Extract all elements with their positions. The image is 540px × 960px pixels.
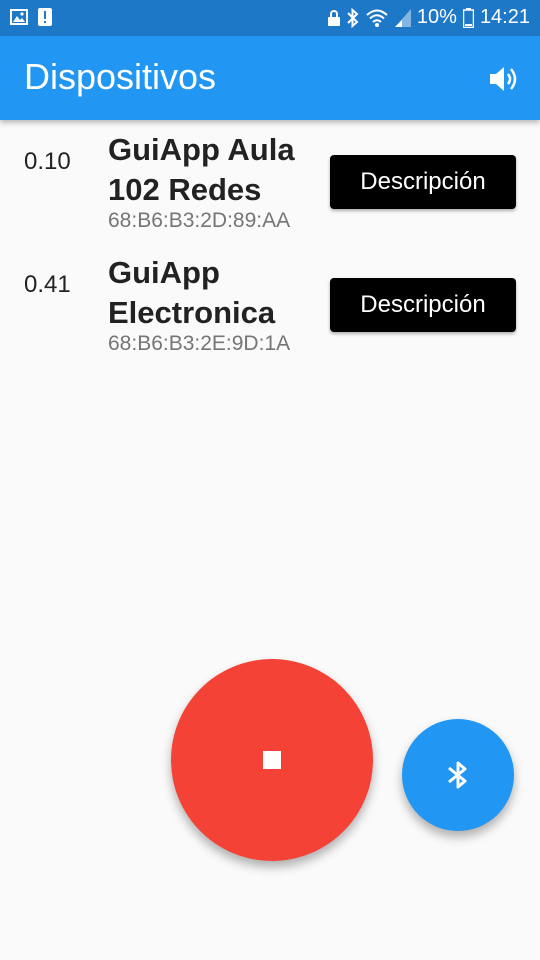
- signal-icon: [394, 8, 411, 27]
- image-icon: [10, 9, 28, 25]
- device-mac-address: 68:B6:B3:2E:9D:1A: [108, 332, 291, 355]
- clock: 14:21: [479, 6, 530, 28]
- device-list: 0.10 GuiApp Aula 102 Redes 68:B6:B3:2D:8…: [0, 120, 540, 366]
- status-right-icons: 10% 14:21: [327, 6, 530, 29]
- status-bar: 10% 14:21: [0, 0, 540, 36]
- device-rssi: 0.10: [24, 148, 71, 175]
- bluetooth-scan-button[interactable]: [402, 719, 514, 831]
- bluetooth-icon: [446, 759, 470, 796]
- status-left-icons: [10, 8, 52, 26]
- stop-scan-button[interactable]: [171, 659, 373, 861]
- device-name: GuiApp Aula 102 Redes: [108, 132, 295, 207]
- lock-icon: [327, 9, 341, 27]
- description-button[interactable]: Descripción: [330, 155, 516, 209]
- volume-icon: [488, 67, 520, 98]
- wifi-icon: [365, 8, 389, 28]
- page-title: Dispositivos: [24, 56, 217, 97]
- volume-button[interactable]: [488, 64, 520, 94]
- device-name: GuiApp Electronica: [108, 255, 276, 330]
- bluetooth-icon: [347, 7, 359, 28]
- device-list-item: 0.41 GuiApp Electronica 68:B6:B3:2E:9D:1…: [0, 243, 540, 366]
- device-rssi: 0.41: [24, 271, 71, 298]
- battery-icon: [462, 7, 474, 28]
- app-bar: Dispositivos: [0, 36, 540, 120]
- device-list-item: 0.10 GuiApp Aula 102 Redes 68:B6:B3:2D:8…: [0, 120, 540, 243]
- stop-icon: [263, 751, 281, 769]
- battery-percent: 10%: [416, 6, 457, 28]
- alert-icon: [38, 8, 52, 26]
- device-mac-address: 68:B6:B3:2D:89:AA: [108, 209, 291, 232]
- description-button[interactable]: Descripción: [330, 278, 516, 332]
